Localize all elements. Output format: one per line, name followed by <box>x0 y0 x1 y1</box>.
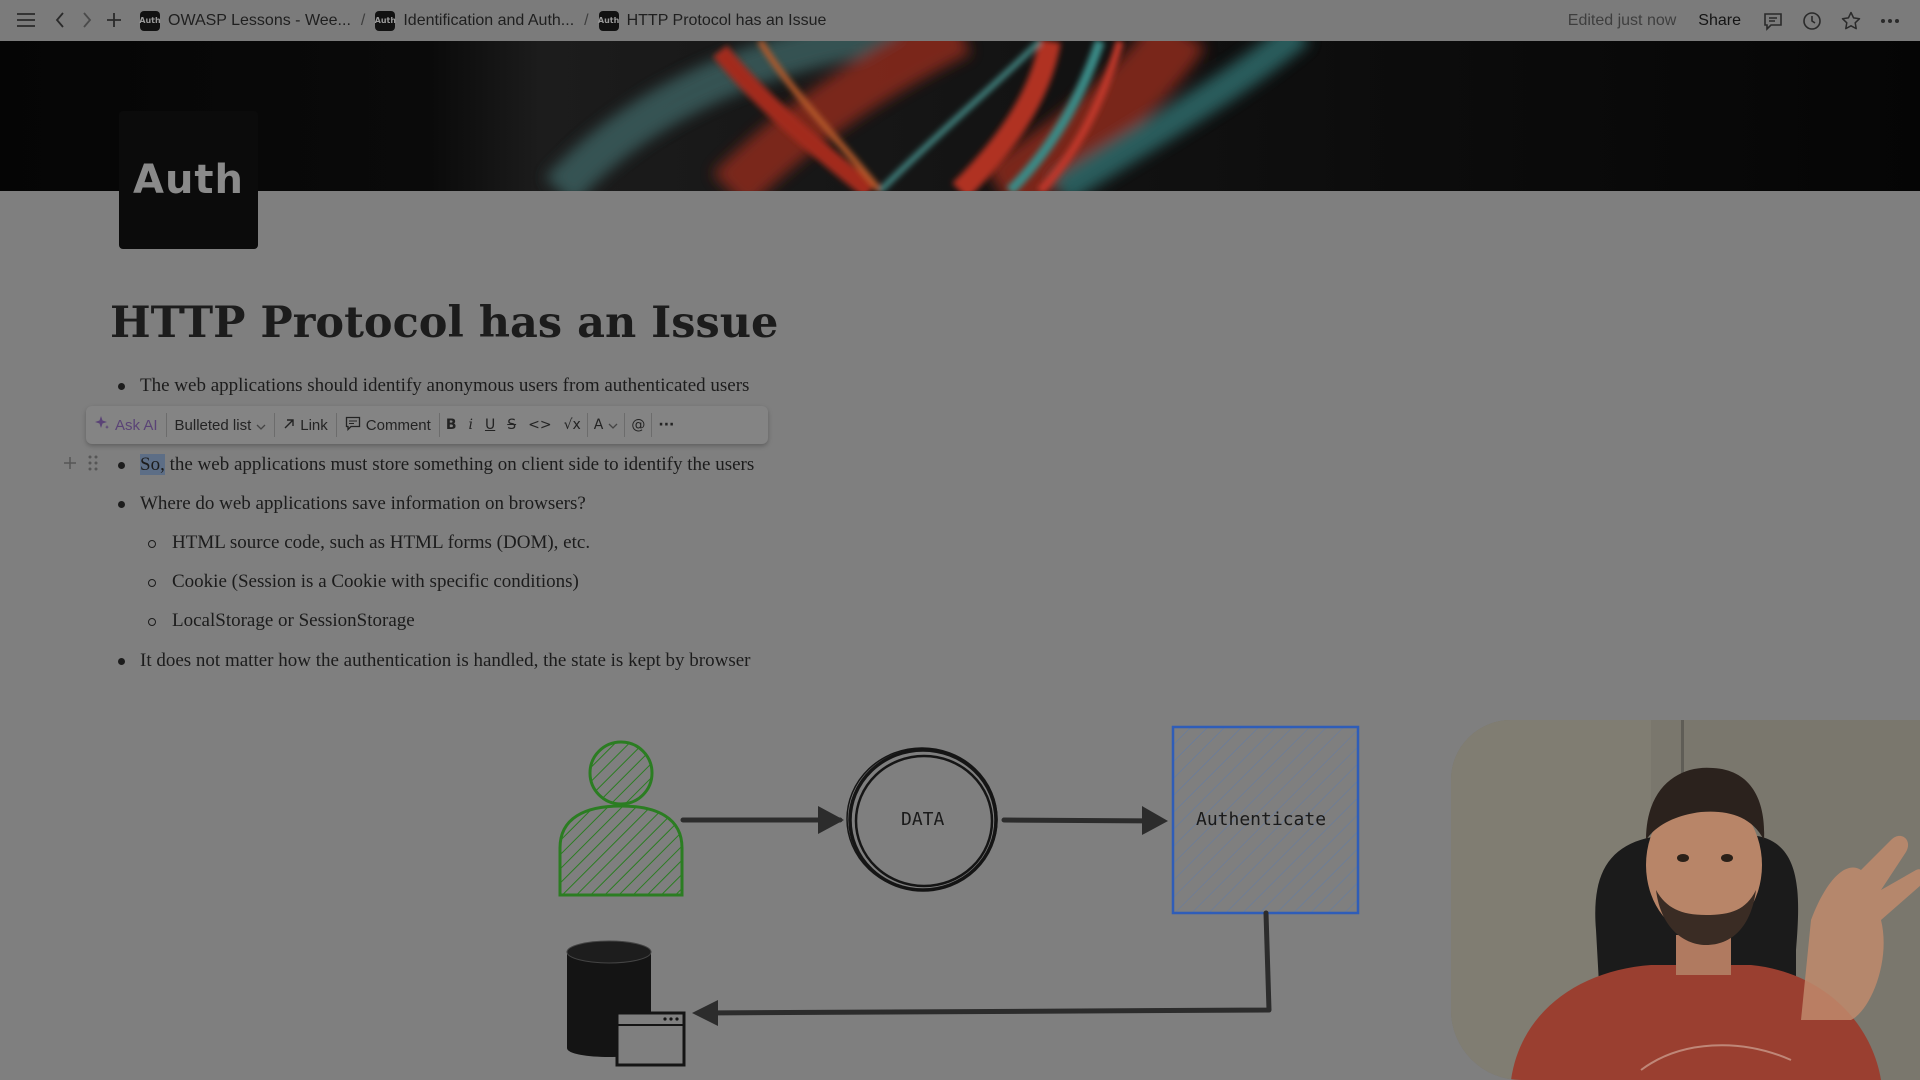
arrow-user-to-data <box>680 806 844 834</box>
browser-storage-icon <box>566 940 686 1067</box>
arrow-data-to-auth <box>1001 806 1168 835</box>
arrow-auth-to-storage <box>692 910 1272 1026</box>
authenticate-node-label: Authenticate <box>1196 809 1327 830</box>
data-node-label: DATA <box>901 809 945 830</box>
webcam-overlay <box>1451 720 1920 1080</box>
presenter-video <box>1451 720 1920 1080</box>
user-figure-icon <box>558 740 684 897</box>
